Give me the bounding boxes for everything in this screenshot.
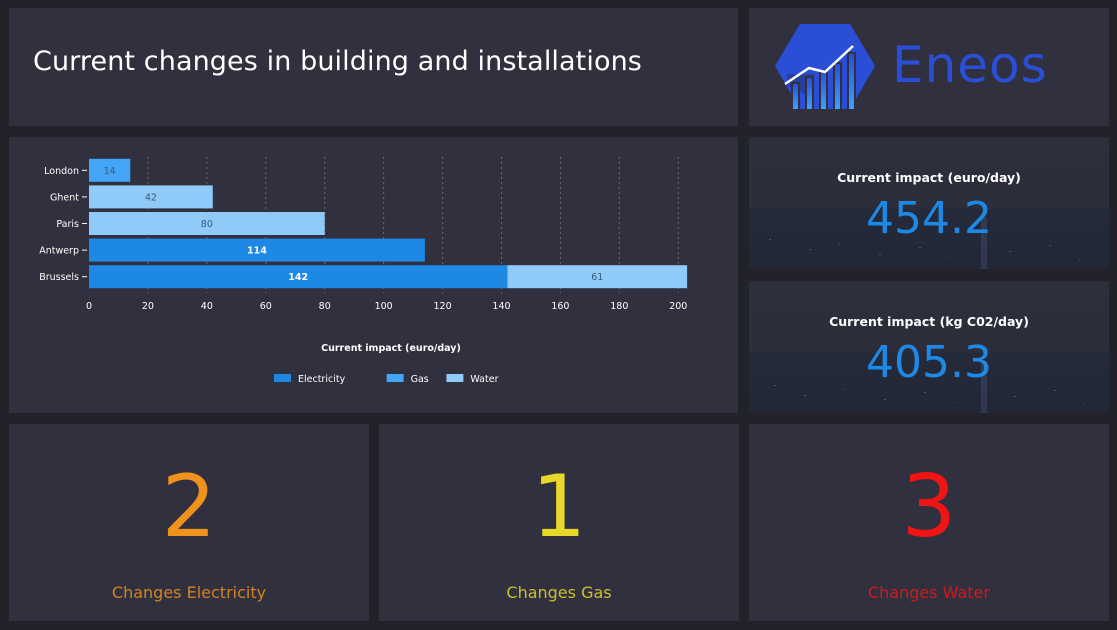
x-tick-label: 140 (492, 301, 510, 312)
bar-data-label: 14 (104, 166, 116, 177)
legend-swatch-water (446, 374, 464, 382)
changes-water-card: 3 Changes Water (749, 424, 1109, 621)
legend-swatch-electricity (274, 374, 291, 382)
changes-gas-label: Changes Gas (506, 583, 612, 602)
y-tick-label: Antwerp (39, 246, 79, 257)
x-tick-label: 160 (551, 301, 569, 312)
kpi-co2-card: Current impact (kg C02/day) 405.3 (749, 281, 1109, 413)
chart-panel: 0 20 40 60 80 100 120 140 160 180 200 London 14 Ghent… (9, 137, 738, 413)
y-tick-label: London (44, 166, 79, 177)
bar-chart: 0 20 40 60 80 100 120 140 160 180 200 London 14 Ghent… (39, 157, 687, 385)
x-tick-label: 100 (375, 301, 393, 312)
x-tick-label: 20 (142, 301, 154, 312)
x-tick-label: 0 (86, 301, 92, 312)
changes-electricity-label: Changes Electricity (111, 583, 267, 602)
y-tick-label: Brussels (39, 272, 79, 283)
x-tick-label: 60 (260, 301, 272, 312)
changes-water-label: Changes Water (868, 583, 990, 602)
kpi-co2-label: Current impact (kg C02/day) (829, 314, 1029, 329)
y-tick-label: Ghent (50, 192, 79, 203)
title-panel: Current changes in building and installa… (9, 8, 738, 126)
x-tick-label: 120 (433, 301, 451, 312)
x-tick-label: 180 (610, 301, 628, 312)
changes-gas-count: 1 (531, 457, 587, 557)
legend-label-water: Water (470, 374, 498, 385)
legend-swatch-gas (386, 374, 404, 382)
x-tick-label: 200 (669, 301, 687, 312)
kpi-euro-card: Current impact (euro/day) 454.2 (749, 137, 1109, 269)
changes-electricity-count: 2 (161, 457, 217, 557)
y-tick-label: Paris (56, 219, 79, 230)
kpi-co2-value: 405.3 (866, 337, 992, 388)
x-tick-label: 40 (201, 301, 213, 312)
logo-panel: Eneos (749, 8, 1109, 126)
kpi-euro-value: 454.2 (866, 193, 992, 244)
bar-data-label: 142 (288, 272, 308, 283)
changes-electricity-card: 2 Changes Electricity (9, 424, 369, 621)
bar-data-label: 61 (591, 272, 603, 283)
changes-gas-card: 1 Changes Gas (379, 424, 739, 621)
page-title: Current changes in building and installa… (33, 46, 642, 77)
logo-icon (775, 24, 875, 109)
bar-data-label: 80 (201, 219, 213, 230)
bar-data-label: 42 (145, 192, 157, 203)
legend-label-gas: Gas (411, 374, 429, 385)
kpi-euro-label: Current impact (euro/day) (837, 170, 1021, 185)
changes-water-count: 3 (901, 457, 957, 557)
x-tick-label: 80 (319, 301, 331, 312)
bar-data-label: 114 (247, 246, 267, 257)
legend-label-electricity: Electricity (298, 374, 346, 385)
logo-text: Eneos (892, 36, 1048, 94)
x-axis-title: Current impact (euro/day) (321, 343, 461, 354)
